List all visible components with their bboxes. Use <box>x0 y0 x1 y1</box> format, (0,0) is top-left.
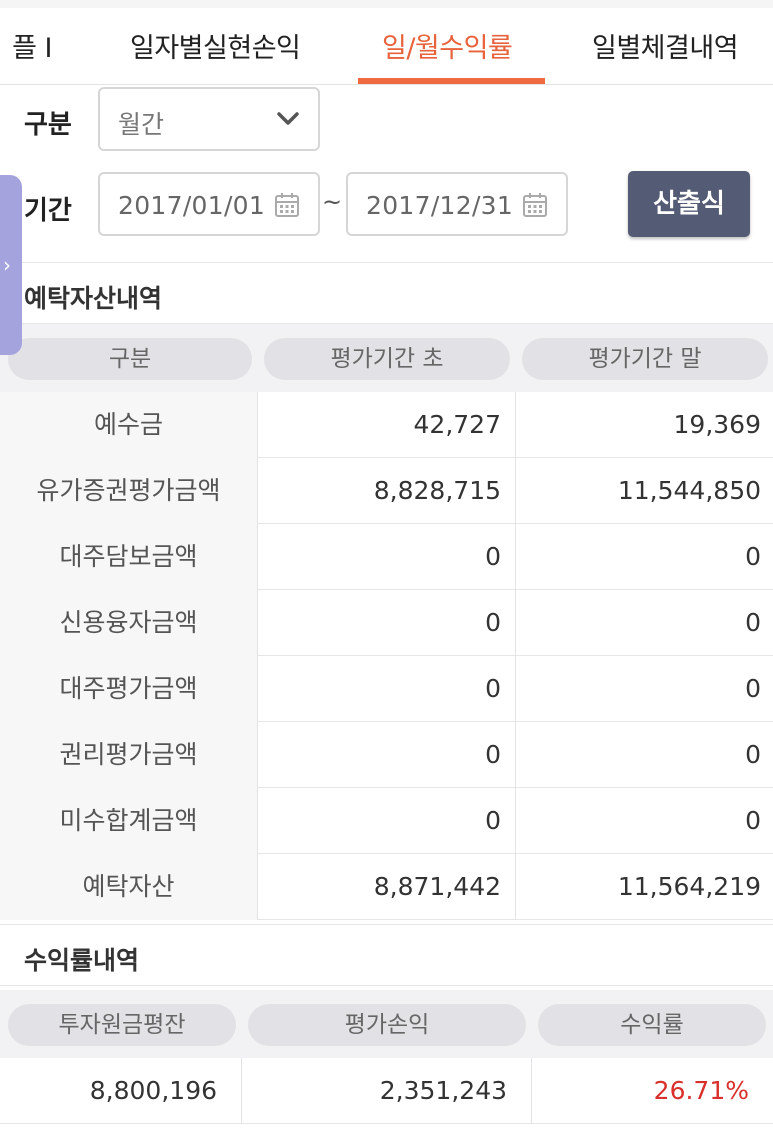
row-label: 대주담보금액 <box>0 524 258 590</box>
category-label: 구분 <box>24 110 72 140</box>
row-label: 대주평가금액 <box>0 656 258 722</box>
tab-previous[interactable]: 플 I <box>0 26 52 65</box>
side-drawer-handle[interactable]: › <box>0 175 22 355</box>
calculate-button[interactable]: 산출식 <box>628 171 750 237</box>
row-end-value: 0 <box>745 740 761 769</box>
chevron-right-icon: › <box>3 253 11 277</box>
row-label: 신용융자금액 <box>0 590 258 656</box>
end-date-value: 2017/12/31 <box>366 191 514 220</box>
start-date-value: 2017/01/01 <box>118 191 266 220</box>
header-period-begin: 평가기간 초 <box>264 338 510 380</box>
deposit-assets-title: 예탁자산내역 <box>24 284 163 313</box>
avg-principal-value: 8,800,196 <box>0 1058 242 1124</box>
header-period-end: 평가기간 말 <box>522 338 768 380</box>
deposit-table-header: 구분 평가기간 초 평가기간 말 <box>0 324 773 392</box>
period-label: 기간 <box>24 196 72 226</box>
tab-daily-monthly-return[interactable]: 일/월수익률 <box>382 26 513 65</box>
date-range-separator: ~ <box>322 188 343 216</box>
row-end-value: 0 <box>745 608 761 637</box>
tab-bar: 플 I 일자별실현손익 일/월수익률 일별체결내역 <box>0 0 773 85</box>
table-row: 예수금 42,727 19,369 <box>0 392 773 458</box>
row-begin-value: 42,727 <box>258 392 516 458</box>
calendar-icon <box>275 193 299 217</box>
row-begin-value: 0 <box>258 590 516 656</box>
table-row: 유가증권평가금액 8,828,715 11,544,850 <box>0 458 773 524</box>
row-end-value: 0 <box>745 542 761 571</box>
row-end-value: 11,564,219 <box>617 872 761 901</box>
header-valuation-pnl: 평가손익 <box>248 1004 526 1046</box>
table-row: 미수합계금액 0 0 <box>0 788 773 854</box>
row-begin-value: 0 <box>258 788 516 854</box>
end-date-field[interactable]: 2017/12/31 <box>346 172 568 236</box>
category-select[interactable]: 월간 <box>98 87 320 151</box>
deposit-assets-section-title: 예탁자산내역 <box>0 262 773 324</box>
row-end-value: 11,544,850 <box>617 476 761 505</box>
tab-daily-executions[interactable]: 일별체결내역 <box>592 26 739 65</box>
row-label: 유가증권평가금액 <box>0 458 258 524</box>
returns-table-header: 투자원금평잔 평가손익 수익률 <box>0 990 773 1058</box>
active-tab-indicator <box>358 78 545 84</box>
calendar-icon <box>523 193 547 217</box>
category-select-value: 월간 <box>118 110 165 139</box>
row-begin-value: 0 <box>258 656 516 722</box>
row-label: 권리평가금액 <box>0 722 258 788</box>
header-avg-principal: 투자원금평잔 <box>8 1004 236 1046</box>
start-date-field[interactable]: 2017/01/01 <box>98 172 320 236</box>
row-label: 미수합계금액 <box>0 788 258 854</box>
row-begin-value: 0 <box>258 524 516 590</box>
returns-row: 8,800,196 2,351,243 26.71% <box>0 1058 773 1124</box>
returns-title: 수익률내역 <box>24 946 140 975</box>
chevron-down-icon <box>277 112 299 125</box>
header-return-rate: 수익률 <box>538 1004 766 1046</box>
returns-section-title: 수익률내역 <box>0 924 773 986</box>
table-row: 예탁자산 8,871,442 11,564,219 <box>0 854 773 920</box>
row-end-value: 0 <box>745 674 761 703</box>
row-begin-value: 8,871,442 <box>258 854 516 920</box>
row-label: 예수금 <box>0 392 258 458</box>
valuation-pnl-value: 2,351,243 <box>242 1058 532 1124</box>
tab-daily-realized-pnl[interactable]: 일자별실현손익 <box>130 26 301 65</box>
row-begin-value: 8,828,715 <box>258 458 516 524</box>
return-rate-value: 26.71% <box>653 1076 749 1105</box>
header-category: 구분 <box>8 338 252 380</box>
table-row: 신용융자금액 0 0 <box>0 590 773 656</box>
table-row: 대주담보금액 0 0 <box>0 524 773 590</box>
row-label: 예탁자산 <box>0 854 258 920</box>
row-end-value: 19,369 <box>673 410 761 439</box>
row-begin-value: 0 <box>258 722 516 788</box>
row-end-value: 0 <box>745 806 761 835</box>
table-row: 대주평가금액 0 0 <box>0 656 773 722</box>
table-row: 권리평가금액 0 0 <box>0 722 773 788</box>
